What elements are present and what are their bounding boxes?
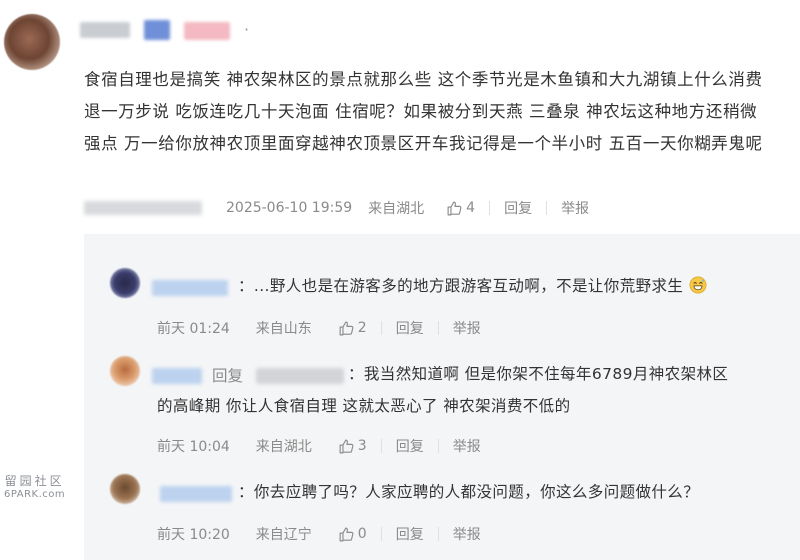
reply-button[interactable]: 回复 <box>396 524 424 544</box>
reply-location: 来自辽宁 <box>255 527 312 543</box>
reply-content: 我当然知道啊 但是你架不住每年6789月神农架林区 <box>363 365 729 383</box>
divider <box>380 439 382 453</box>
thumbs-up-icon <box>339 527 354 541</box>
blurred-info <box>84 201 202 215</box>
comment-time: 2025-06-10 19:59 <box>226 200 353 216</box>
like-button[interactable]: 0 <box>338 526 367 543</box>
divider <box>380 321 382 335</box>
reply-text: ：你去应聘了吗？人家应聘的人都没问题，你这么多问题做什么？ <box>238 476 699 508</box>
comment-meta: 2025-06-10 19:59 来自湖北 4 回复 举报 <box>84 198 589 218</box>
divider <box>437 527 439 541</box>
like-count: 2 <box>357 320 367 336</box>
like-button[interactable]: 2 <box>338 320 367 337</box>
user-badge-blurred <box>184 22 230 40</box>
like-button[interactable]: 4 <box>446 200 475 217</box>
thumbs-up-icon <box>339 321 354 335</box>
report-button[interactable]: 举报 <box>453 318 481 338</box>
like-count: 4 <box>466 200 476 216</box>
reply-location: 来自湖北 <box>255 439 312 455</box>
reply-meta: 前天 10:20 来自辽宁 0 回复 举报 <box>157 524 481 544</box>
avatar[interactable] <box>4 14 60 70</box>
report-button[interactable]: 举报 <box>561 198 589 218</box>
user-badge-blurred <box>144 20 170 40</box>
reply-button[interactable]: 回复 <box>504 198 532 218</box>
thumbs-up-icon <box>447 201 462 215</box>
reply-text-line1: ：我当然知道啊 但是你架不住每年6789月神农架林区 <box>348 358 728 390</box>
reply-button[interactable]: 回复 <box>396 436 424 456</box>
colon: ： <box>238 277 254 295</box>
colon: ： <box>238 483 254 501</box>
reply-text: ：...野人也是在游客多的地方跟游客互动啊，不是让你荒野求生 <box>238 270 707 302</box>
comment-location: 来自湖北 <box>368 201 425 217</box>
divider <box>437 439 439 453</box>
reply-target-blurred[interactable] <box>256 368 344 384</box>
reply-content: ...野人也是在游客多的地方跟游客互动啊，不是让你荒野求生 <box>253 277 684 295</box>
avatar[interactable] <box>110 474 140 504</box>
username-blurred[interactable] <box>80 22 130 38</box>
watermark-en: 6PARK.com <box>4 489 66 500</box>
like-count: 0 <box>357 526 367 542</box>
watermark: 留园社区 6PARK.com <box>4 474 65 502</box>
reply-time: 前天 10:20 <box>157 527 230 543</box>
username-blurred[interactable] <box>152 368 202 384</box>
avatar[interactable] <box>110 268 140 298</box>
reply-content: 你去应聘了吗？人家应聘的人都没问题，你这么多问题做什么？ <box>253 483 700 501</box>
colon: ： <box>348 365 364 383</box>
report-button[interactable]: 举报 <box>453 436 481 456</box>
divider <box>546 201 548 215</box>
divider <box>437 321 439 335</box>
report-button[interactable]: 举报 <box>453 524 481 544</box>
comment-text: 食宿自理也是搞笑 神农架林区的景点就那么些 这个季节光是木鱼镇和大九湖镇上什么消… <box>84 70 763 153</box>
divider <box>489 201 491 215</box>
thumbs-up-icon <box>339 439 354 453</box>
divider <box>380 527 382 541</box>
like-count: 3 <box>357 438 367 454</box>
username-blurred[interactable] <box>152 280 228 296</box>
separator-dot: · <box>244 20 250 39</box>
avatar[interactable] <box>110 356 140 386</box>
reply-to-label: 回复 <box>212 367 244 385</box>
watermark-cn: 留园社区 <box>4 474 65 488</box>
reply-button[interactable]: 回复 <box>396 318 424 338</box>
reply-meta: 前天 01:24 来自山东 2 回复 举报 <box>157 318 481 338</box>
reply-time: 前天 01:24 <box>157 321 230 337</box>
grinning-sweat-emoji-icon <box>689 276 707 294</box>
reply-location: 来自山东 <box>255 321 312 337</box>
reply-time: 前天 10:04 <box>157 439 230 455</box>
like-button[interactable]: 3 <box>338 438 367 455</box>
username-blurred[interactable] <box>160 486 232 502</box>
reply-meta: 前天 10:04 来自湖北 3 回复 举报 <box>157 436 481 456</box>
reply-text-line2: 的高峰期 你让人食宿自理 这就太恶心了 神农架消费不低的 <box>157 397 571 415</box>
